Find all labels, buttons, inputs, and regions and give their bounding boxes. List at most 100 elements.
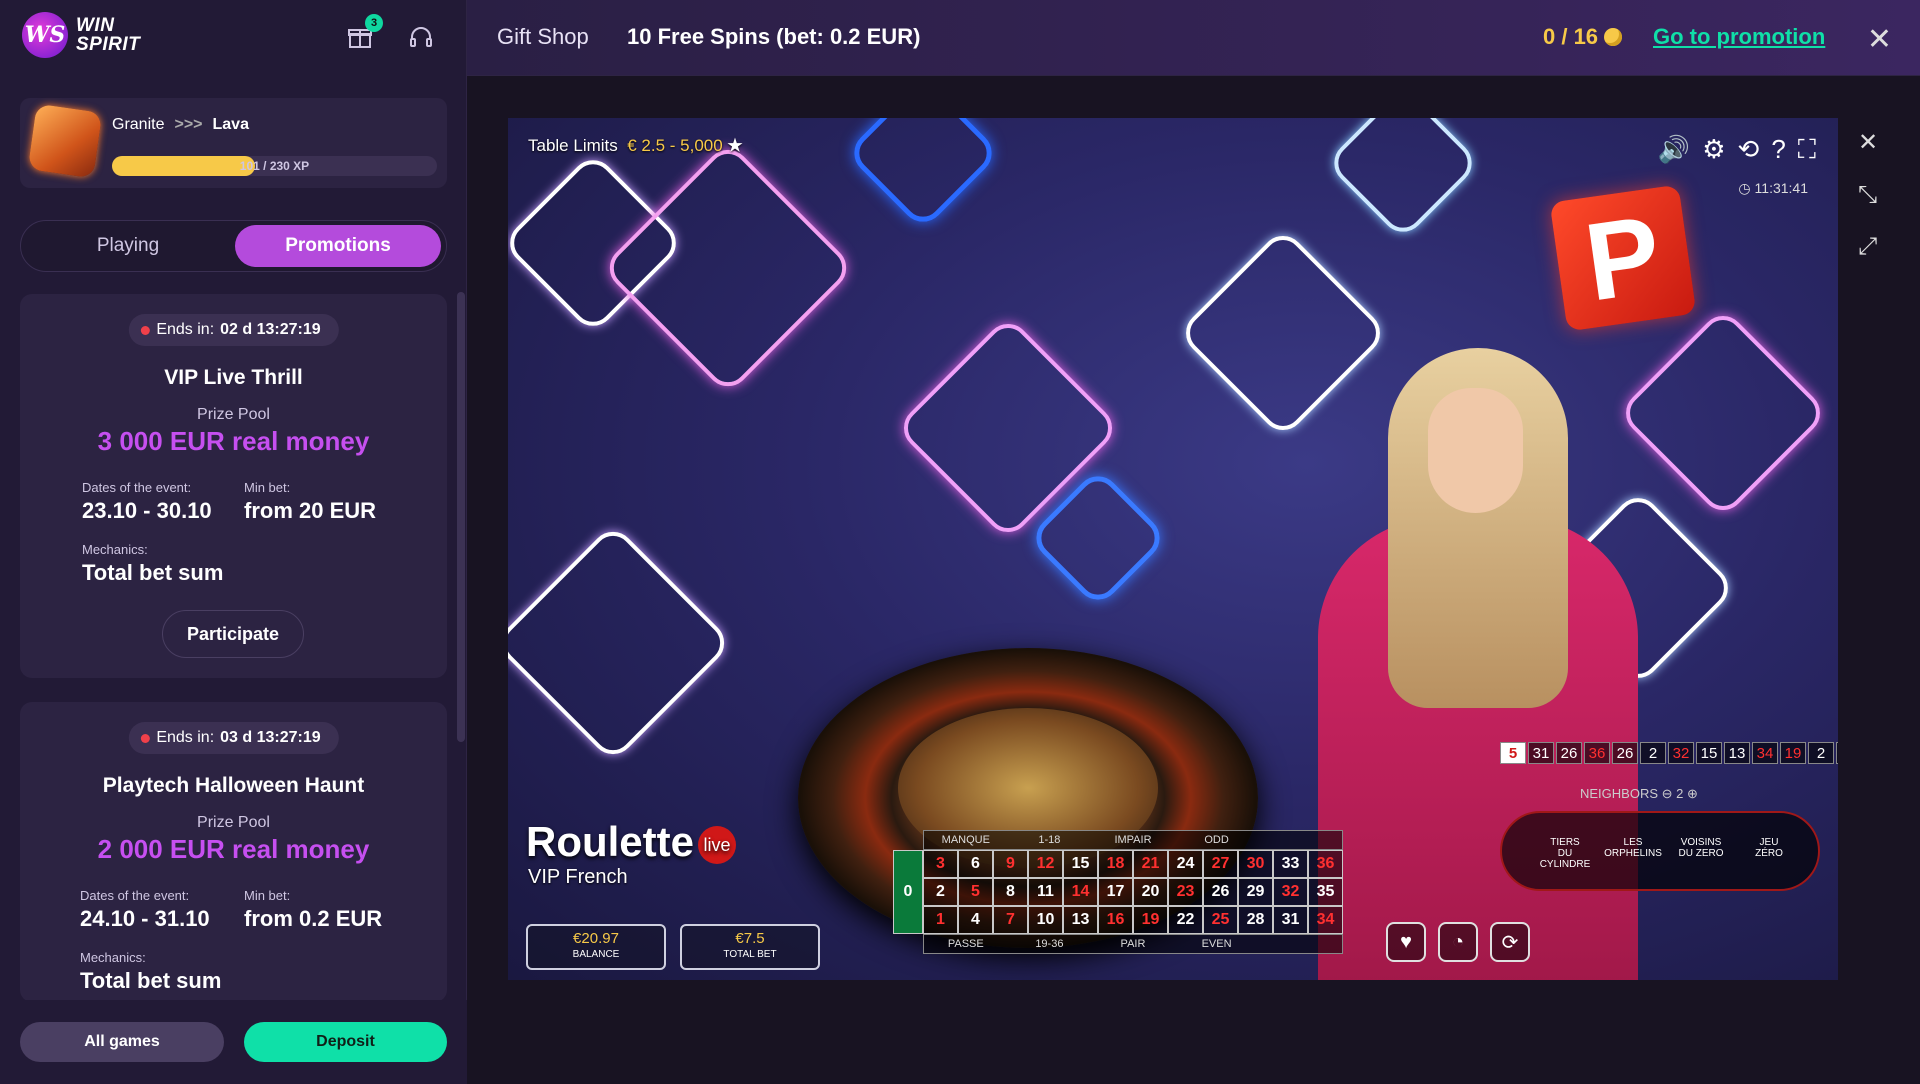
bet-number[interactable]: 21	[1133, 850, 1168, 878]
history-result: 2	[1808, 742, 1834, 764]
racetrack-section[interactable]: TIERS DU CYLINDRE	[1532, 837, 1598, 870]
headset-icon	[410, 27, 432, 47]
racetrack-section[interactable]: VOISINS DU ZERO	[1668, 837, 1734, 859]
mechanics-value: Total bet sum	[80, 968, 222, 993]
bet-number[interactable]: 26	[1203, 878, 1238, 906]
go-to-promotion-link[interactable]: Go to promotion	[1653, 24, 1825, 50]
history-icon[interactable]: ⟲	[1738, 134, 1760, 166]
racetrack-section[interactable]: LES ORPHELINS	[1600, 837, 1666, 859]
outside-bet[interactable]: PAIR	[1091, 935, 1175, 953]
minimize-icon[interactable]: ⤡	[1858, 181, 1878, 209]
bet-number[interactable]: 17	[1098, 878, 1133, 906]
bet-number[interactable]: 16	[1098, 906, 1133, 934]
outside-bet[interactable]	[1258, 831, 1342, 849]
promo-card: Ends in: 02 d 13:27:19 VIP Live Thrill Pr…	[20, 294, 447, 678]
history-result: 32	[1668, 742, 1694, 764]
bet-number[interactable]: 33	[1273, 850, 1308, 878]
prize-pool-value: 3 000 EUR real money	[97, 426, 370, 456]
table-limits: Table Limits € 2.5 - 5,000 ★	[528, 136, 743, 155]
bet-number[interactable]: 8	[993, 878, 1028, 906]
close-icon[interactable]: ✕	[1867, 22, 1892, 57]
bet-number[interactable]: 25	[1203, 906, 1238, 934]
bet-number[interactable]: 27	[1203, 850, 1238, 878]
statistics-button[interactable]: ◔	[1438, 922, 1478, 962]
settings-icon[interactable]: ⚙	[1702, 134, 1725, 166]
deposit-button[interactable]: Deposit	[244, 1022, 447, 1062]
help-icon[interactable]: ?	[1771, 134, 1785, 166]
all-games-button[interactable]: All games	[20, 1022, 224, 1062]
gift-button[interactable]: 3	[343, 14, 383, 54]
support-button[interactable]	[404, 20, 438, 54]
bet-number[interactable]: 29	[1238, 878, 1273, 906]
sound-icon[interactable]: 🔊	[1658, 134, 1690, 166]
fullscreen-icon[interactable]: ⛶	[1798, 134, 1816, 166]
bet-zero[interactable]: 0	[893, 850, 923, 934]
brand-logo[interactable]: WS WIN SPIRIT	[22, 12, 140, 58]
bet-number[interactable]: 18	[1098, 850, 1133, 878]
bet-number[interactable]: 31	[1273, 906, 1308, 934]
outside-bets-top: MANQUE 1-18 IMPAIR ODD	[923, 830, 1343, 850]
bet-number[interactable]: 22	[1168, 906, 1203, 934]
racetrack-section[interactable]: JEU ZÉRO	[1736, 837, 1802, 859]
bet-number[interactable]: 3	[923, 850, 958, 878]
promo-title: VIP Live Thrill	[164, 366, 303, 389]
bet-number[interactable]: 28	[1238, 906, 1273, 934]
bet-number[interactable]: 35	[1308, 878, 1343, 906]
prize-pool-value: 2 000 EUR real money	[97, 834, 370, 864]
scrollbar[interactable]	[457, 292, 465, 742]
outside-bet[interactable]: 19-36	[1008, 935, 1092, 953]
outside-bet[interactable]	[1258, 935, 1342, 953]
tab-promotions[interactable]: Promotions	[235, 225, 441, 267]
bet-number[interactable]: 19	[1133, 906, 1168, 934]
bet-number[interactable]: 9	[993, 850, 1028, 878]
repeat-button[interactable]: ⟳	[1490, 922, 1530, 962]
outside-bet[interactable]: PASSE	[924, 935, 1008, 953]
bet-number[interactable]: 2	[923, 878, 958, 906]
outside-bet[interactable]: EVEN	[1175, 935, 1259, 953]
total-bet-value: €7.5	[735, 930, 765, 947]
bet-number[interactable]: 36	[1308, 850, 1343, 878]
bet-number[interactable]: 12	[1028, 850, 1063, 878]
pin-icon[interactable]: ★	[727, 136, 742, 155]
bet-number[interactable]: 1	[923, 906, 958, 934]
bet-number[interactable]: 34	[1308, 906, 1343, 934]
bet-number[interactable]: 7	[993, 906, 1028, 934]
minus-icon[interactable]: ⊖	[1662, 786, 1673, 801]
outside-bet[interactable]: IMPAIR	[1091, 831, 1175, 849]
bet-number[interactable]: 6	[958, 850, 993, 878]
ends-timer: Ends in: 03 d 13:27:19	[128, 722, 339, 754]
close-game-icon[interactable]: ✕	[1858, 128, 1878, 157]
bet-number[interactable]: 10	[1028, 906, 1063, 934]
tab-playing[interactable]: Playing	[25, 225, 231, 267]
expand-icon[interactable]: ⤢	[1858, 233, 1878, 261]
neon-decor	[845, 118, 1001, 231]
bet-number[interactable]: 4	[958, 906, 993, 934]
heart-icon: ♥	[1400, 930, 1412, 953]
racetrack[interactable]: TIERS DU CYLINDRE LES ORPHELINS VOISINS DU ZE…	[1500, 811, 1820, 891]
bet-number[interactable]: 24	[1168, 850, 1203, 878]
bet-number[interactable]: 32	[1273, 878, 1308, 906]
favorite-button[interactable]: ♥	[1386, 922, 1426, 962]
participate-button[interactable]: Participate	[162, 610, 304, 658]
outside-bet[interactable]: 1-18	[1008, 831, 1092, 849]
pie-chart-icon: ◔	[1451, 930, 1465, 953]
outside-bet[interactable]: ODD	[1175, 831, 1259, 849]
bet-number[interactable]: 20	[1133, 878, 1168, 906]
history-result: 0	[1836, 742, 1838, 764]
outside-bets-bottom: PASSE 19-36 PAIR EVEN	[923, 934, 1343, 954]
game-window[interactable]: P Table Limits € 2.5 - 5,000 ★ 🔊 ⚙ ⟲ ? ⛶…	[508, 118, 1838, 980]
live-badge: live	[698, 825, 736, 864]
bet-number[interactable]: 23	[1168, 878, 1203, 906]
ends-timer: Ends in: 02 d 13:27:19	[128, 314, 339, 346]
history-result: 19	[1780, 742, 1806, 764]
game-title: Roulette live	[526, 818, 736, 866]
outside-bet[interactable]: MANQUE	[924, 831, 1008, 849]
bet-number[interactable]: 11	[1028, 878, 1063, 906]
bet-number[interactable]: 30	[1238, 850, 1273, 878]
bet-number[interactable]: 14	[1063, 878, 1098, 906]
plus-icon[interactable]: ⊕	[1687, 786, 1698, 801]
promo-title: Playtech Halloween Haunt	[102, 774, 365, 797]
bet-number[interactable]: 13	[1063, 906, 1098, 934]
bet-number[interactable]: 15	[1063, 850, 1098, 878]
bet-number[interactable]: 5	[958, 878, 993, 906]
